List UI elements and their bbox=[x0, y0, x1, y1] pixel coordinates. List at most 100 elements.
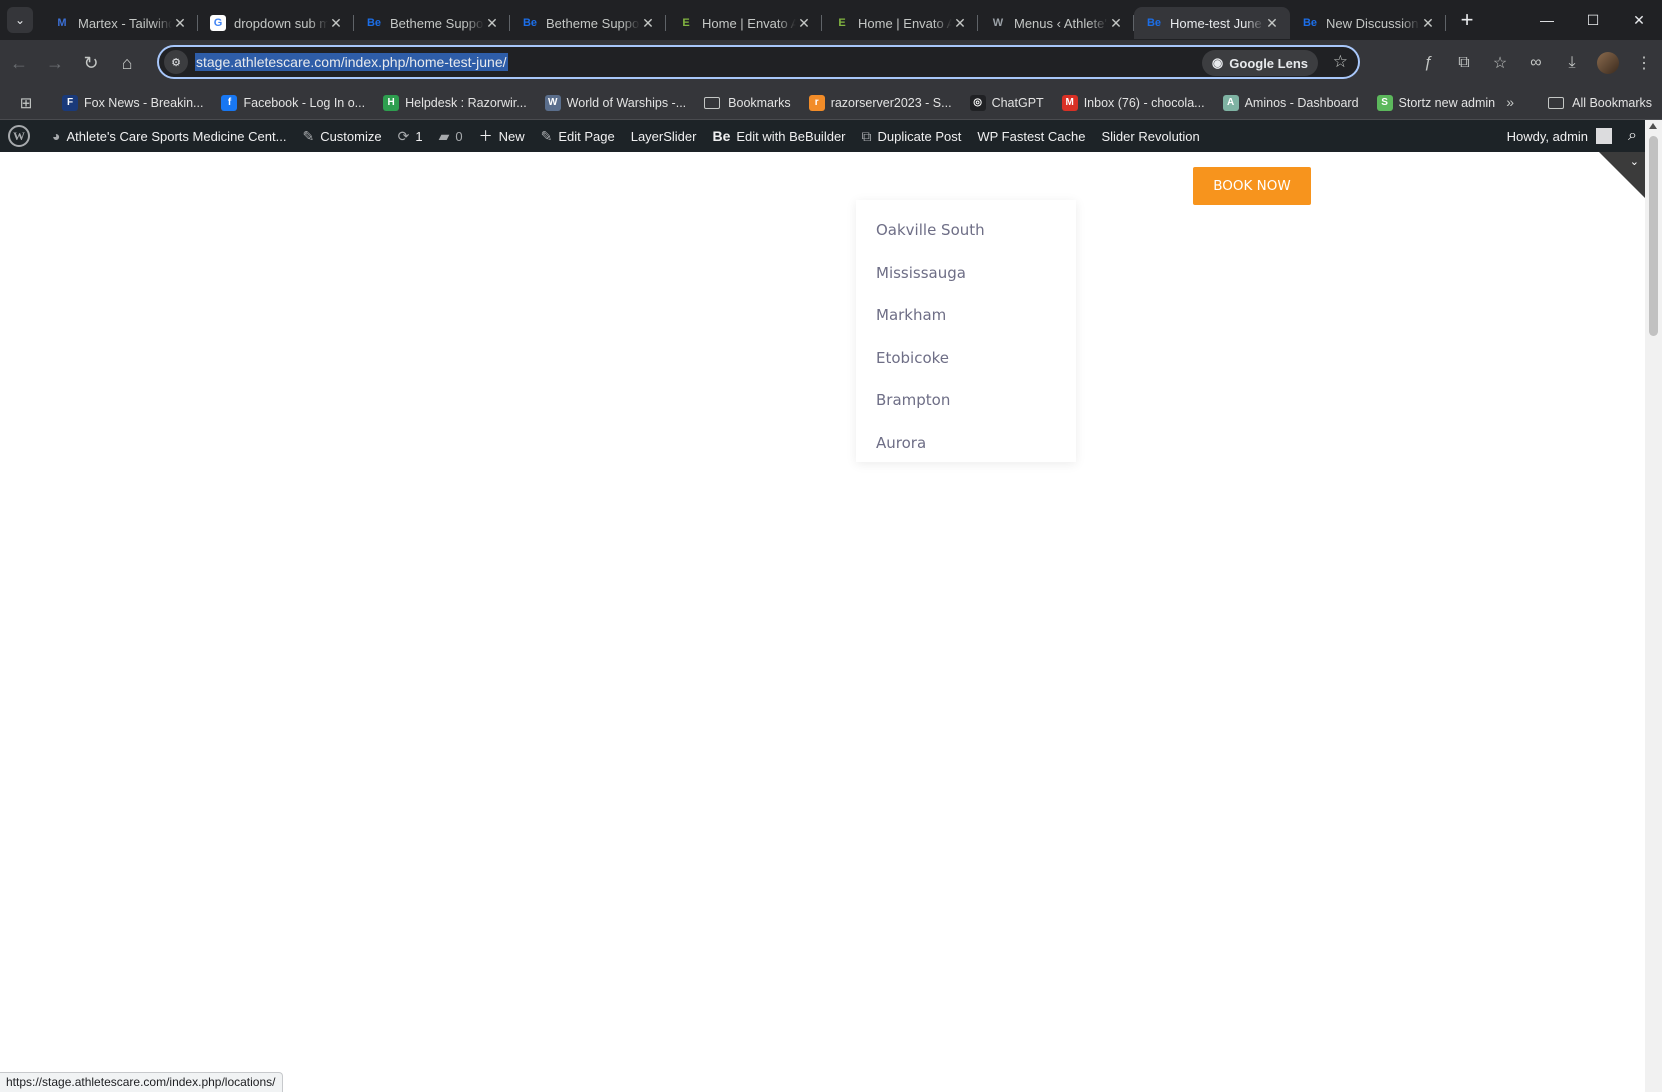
location-menu-item[interactable]: Markham bbox=[856, 294, 1076, 337]
bookmark-item[interactable]: f Facebook - Log In o... bbox=[221, 94, 365, 111]
new-label: New bbox=[498, 128, 525, 144]
betheme-icon: Be bbox=[366, 17, 382, 29]
fastest-cache-menu[interactable]: WP Fastest Cache bbox=[969, 120, 1093, 152]
scroll-up-icon[interactable] bbox=[1649, 123, 1657, 129]
bookmark-item[interactable]: S Stortz new admin bbox=[1376, 94, 1495, 111]
profile-avatar[interactable] bbox=[1597, 52, 1619, 74]
tab-3[interactable]: Be Betheme Support ✕ bbox=[510, 7, 666, 39]
back-icon[interactable]: ← bbox=[2, 46, 36, 80]
url-text[interactable]: stage.athletescare.com/index.php/home-te… bbox=[195, 53, 508, 71]
slider-revolution-label: Slider Revolution bbox=[1101, 128, 1200, 144]
bookmark-favicon: A bbox=[1222, 94, 1239, 111]
search-icon[interactable]: ⌕ bbox=[1620, 120, 1645, 152]
tab-0[interactable]: M Martex - Tailwind ✕ bbox=[42, 7, 198, 39]
layerslider-link[interactable]: LayerSlider bbox=[623, 120, 705, 152]
tab-search-button[interactable]: ⌄ bbox=[7, 7, 33, 33]
minimize-icon[interactable]: — bbox=[1524, 0, 1570, 40]
close-tab-icon[interactable]: ✕ bbox=[1108, 15, 1124, 32]
folder-icon bbox=[1548, 97, 1565, 109]
book-now-button[interactable]: BOOK NOW bbox=[1193, 167, 1311, 205]
location-menu-item[interactable]: Oakville South bbox=[856, 209, 1076, 252]
bookmark-item[interactable]: r razorserver2023 - S... bbox=[808, 94, 952, 111]
bookmark-label: Aminos - Dashboard bbox=[1244, 95, 1359, 110]
site-name-menu[interactable]: ◕ Athlete's Care Sports Medicine Cent... bbox=[44, 120, 294, 152]
location-menu-item[interactable]: Mississauga bbox=[856, 252, 1076, 295]
apps-icon[interactable]: ⊞ bbox=[8, 94, 44, 112]
tab-5[interactable]: E Home | Envato Account✕ bbox=[822, 7, 978, 39]
close-tab-icon[interactable]: ✕ bbox=[796, 15, 812, 32]
lens-icon: ◉ bbox=[1211, 55, 1224, 70]
customize-link[interactable]: ✎ Customize bbox=[294, 120, 389, 152]
menu-icon[interactable]: ⋮ bbox=[1626, 45, 1662, 81]
bookmark-item[interactable]: H Helpdesk : Razorwir... bbox=[383, 94, 527, 111]
comment-icon: ▰ bbox=[438, 127, 450, 144]
bookmark-item[interactable]: A Aminos - Dashboard bbox=[1222, 94, 1359, 111]
tab-2[interactable]: Be Betheme Support ✕ bbox=[354, 7, 510, 39]
tab-4[interactable]: E Home | Envato Account✕ bbox=[666, 7, 822, 39]
bookmark-item[interactable]: W World of Warships -... bbox=[544, 94, 687, 111]
betheme-icon: Be bbox=[522, 17, 538, 29]
new-content-menu[interactable]: ＋ New bbox=[471, 120, 533, 152]
bookmark-item[interactable]: ◎ ChatGPT bbox=[969, 94, 1044, 111]
all-bookmarks-label: All Bookmarks bbox=[1572, 96, 1652, 110]
duplicate-post-link[interactable]: ⧉ Duplicate Post bbox=[854, 120, 970, 152]
close-tab-icon[interactable]: ✕ bbox=[172, 15, 188, 32]
admin-bar-right: Howdy, admin ⌕ bbox=[1499, 120, 1645, 152]
tab-title: Home-test June bbox=[1170, 15, 1262, 31]
updates-link[interactable]: ⟳ 1 bbox=[390, 120, 431, 152]
bookmark-star-icon[interactable]: ☆ bbox=[1333, 52, 1348, 72]
slider-revolution-menu[interactable]: Slider Revolution bbox=[1093, 120, 1207, 152]
vertical-scrollbar[interactable] bbox=[1645, 120, 1662, 1092]
tab-strip: ⌄ MMartex - Tailwind✕Gdropdown sub menu✕… bbox=[0, 0, 1662, 40]
layerslider-label: LayerSlider bbox=[630, 128, 697, 144]
maximize-icon[interactable]: ☐ bbox=[1570, 0, 1616, 40]
scrollbar-thumb[interactable] bbox=[1649, 136, 1658, 336]
link-icon[interactable]: ∞ bbox=[1518, 45, 1554, 81]
more-bookmarks-icon[interactable]: » bbox=[1506, 94, 1514, 110]
location-menu-item[interactable]: Aurora bbox=[856, 422, 1076, 465]
close-window-icon[interactable]: ✕ bbox=[1616, 0, 1662, 40]
all-bookmarks[interactable]: All Bookmarks bbox=[1548, 86, 1652, 120]
bookmark-item[interactable]: F Fox News - Breakin... bbox=[62, 94, 203, 111]
home-icon[interactable]: ⌂ bbox=[110, 46, 144, 80]
favorites-icon[interactable]: ☆ bbox=[1482, 45, 1518, 81]
duplicate-label: Duplicate Post bbox=[877, 128, 962, 144]
close-tab-icon[interactable]: ✕ bbox=[484, 15, 500, 32]
my-account-menu[interactable]: Howdy, admin bbox=[1499, 120, 1620, 152]
tab-6[interactable]: W Menus ‹ Athlete's Care✕ bbox=[978, 7, 1134, 39]
pencil-icon: ✎ bbox=[540, 127, 553, 144]
location-menu-item[interactable]: Brampton bbox=[856, 379, 1076, 422]
new-tab-button[interactable]: + bbox=[1454, 7, 1480, 33]
close-tab-icon[interactable]: ✕ bbox=[952, 15, 968, 32]
close-tab-icon[interactable]: ✕ bbox=[1420, 15, 1436, 32]
tab-7[interactable]: Be Home-test June ✕ bbox=[1134, 7, 1290, 39]
wp-logo-menu[interactable]: W bbox=[0, 120, 44, 152]
font-extension-icon[interactable]: ƒ bbox=[1410, 45, 1446, 81]
bookmark-label: World of Warships -... bbox=[566, 95, 687, 110]
tab-title: Betheme Support bbox=[390, 15, 484, 31]
tab-title: Home | Envato Account bbox=[702, 15, 796, 31]
tab-1[interactable]: Gdropdown sub menu✕ bbox=[198, 7, 354, 39]
site-info-icon[interactable]: ⚙ bbox=[164, 50, 188, 74]
bookmark-item[interactable]: M Inbox (76) - chocola... bbox=[1061, 94, 1205, 111]
close-tab-icon[interactable]: ✕ bbox=[328, 15, 344, 32]
reload-icon[interactable]: ↻ bbox=[74, 46, 108, 80]
bebuilder-link[interactable]: Be Edit with BeBuilder bbox=[704, 120, 853, 152]
wordpress-icon: W bbox=[8, 125, 30, 147]
extensions-icon[interactable]: ⧉ bbox=[1446, 45, 1482, 81]
close-tab-icon[interactable]: ✕ bbox=[640, 15, 656, 32]
comments-link[interactable]: ▰ 0 bbox=[431, 120, 471, 152]
edit-page-link[interactable]: ✎ Edit Page bbox=[533, 120, 623, 152]
tab-title: Martex - Tailwind bbox=[78, 15, 172, 31]
bookmark-item[interactable]: Bookmarks bbox=[704, 96, 791, 110]
location-menu-item[interactable]: Etobicoke bbox=[856, 337, 1076, 380]
google-lens-button[interactable]: ◉ Google Lens bbox=[1201, 50, 1318, 76]
forward-icon[interactable]: → bbox=[38, 46, 72, 80]
download-icon[interactable]: ⤓ bbox=[1554, 45, 1590, 81]
envato-icon: E bbox=[682, 17, 690, 29]
wordpress-icon: W bbox=[992, 17, 1004, 29]
betheme-icon: Be bbox=[1302, 17, 1318, 29]
address-bar[interactable]: ⚙ stage.athletescare.com/index.php/home-… bbox=[157, 45, 1360, 79]
tab-8[interactable]: Be New Discussion ✕ bbox=[1290, 7, 1446, 39]
close-tab-icon[interactable]: ✕ bbox=[1264, 15, 1280, 32]
